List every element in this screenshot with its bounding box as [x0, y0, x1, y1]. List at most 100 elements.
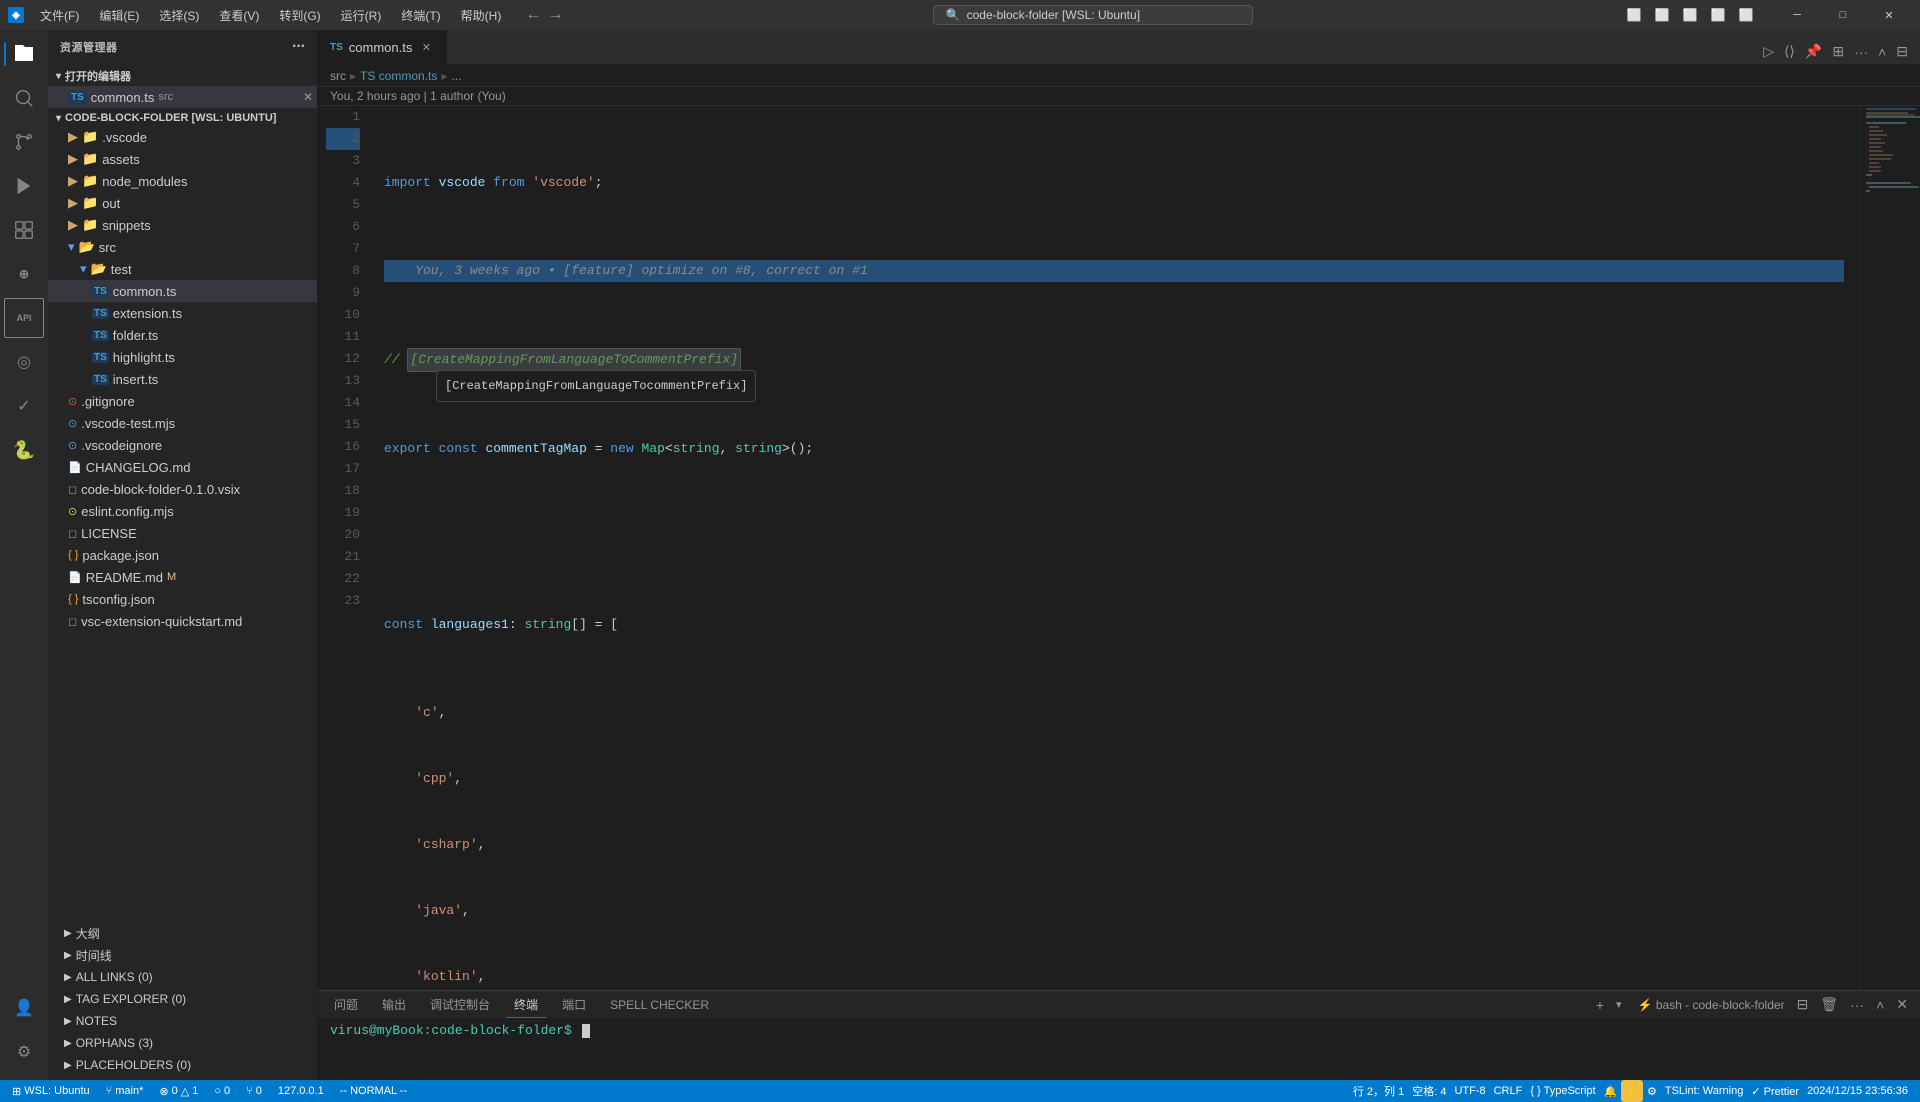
timeline-section[interactable]: ▶ 时间线	[48, 944, 317, 966]
layout-btn-4[interactable]: ⬜	[1706, 3, 1730, 27]
activity-git-graph[interactable]: ◎	[4, 342, 44, 382]
status-indent[interactable]: 空格: 4	[1408, 1080, 1450, 1102]
folder-src[interactable]: ▾ 📂 src	[48, 236, 317, 258]
panel-tab-debug[interactable]: 调试控制台	[422, 992, 498, 1017]
status-vim-mode[interactable]: -- NORMAL --	[336, 1080, 411, 1102]
file-quickstart[interactable]: ◻ vsc-extension-quickstart.md	[48, 610, 317, 632]
layout-btn-3[interactable]: ⬜	[1678, 3, 1702, 27]
terminal-type-selector[interactable]: ▾	[1612, 996, 1626, 1013]
status-copilot[interactable]: ⚡	[1621, 1080, 1643, 1102]
nav-forward[interactable]: →	[547, 6, 563, 24]
activity-remote[interactable]: ⊕	[4, 254, 44, 294]
menu-edit[interactable]: 编辑(E)	[91, 5, 147, 26]
layout-btn-2[interactable]: ⬜	[1650, 3, 1674, 27]
menu-select[interactable]: 选择(S)	[151, 5, 207, 26]
folder-snippets[interactable]: ▶ 📁 snippets	[48, 214, 317, 236]
tab-common-ts[interactable]: TS common.ts ✕	[318, 30, 447, 64]
activity-python[interactable]: 🐍	[4, 430, 44, 470]
panel-close-btn[interactable]: ✕	[1892, 994, 1912, 1015]
menu-terminal[interactable]: 终端(T)	[393, 5, 448, 26]
pin-btn[interactable]: 📌	[1801, 39, 1826, 64]
file-folder-ts[interactable]: TS folder.ts	[48, 324, 317, 346]
open-editor-close[interactable]: ✕	[303, 90, 313, 104]
status-language[interactable]: { } TypeScript	[1526, 1080, 1599, 1102]
notes-section[interactable]: ▶ NOTES	[48, 1010, 317, 1032]
open-editor-item-common-ts[interactable]: TS common.ts src ✕	[48, 86, 317, 108]
status-notifications[interactable]: 🔔	[1600, 1080, 1622, 1102]
file-insert-ts[interactable]: TS insert.ts	[48, 368, 317, 390]
file-vsix[interactable]: ◻ code-block-folder-0.1.0.vsix	[48, 478, 317, 500]
new-terminal-btn[interactable]: +	[1592, 995, 1608, 1015]
file-gitignore[interactable]: ⊙ .gitignore	[48, 390, 317, 412]
status-remote[interactable]: 127.0.0.1	[274, 1080, 328, 1102]
file-tree-root[interactable]: ▾ CODE-BLOCK-FOLDER [WSL: UBUNTU]	[48, 108, 317, 126]
panel-tab-spellcheck[interactable]: SPELL CHECKER	[602, 994, 717, 1016]
menu-run[interactable]: 运行(R)	[333, 5, 390, 26]
split-editor-btn[interactable]: ⊞	[1828, 39, 1848, 64]
folder-node-modules[interactable]: ▶ 📁 node_modules	[48, 170, 317, 192]
open-editors-section[interactable]: ▾ 打开的编辑器	[48, 64, 317, 86]
more-actions-btn[interactable]: ···	[1850, 40, 1872, 64]
panel-tab-terminal[interactable]: 终端	[506, 992, 546, 1018]
search-bar[interactable]: 🔍 code-block-folder [WSL: Ubuntu]	[933, 5, 1253, 25]
breadcrumb-more[interactable]: ...	[451, 69, 461, 83]
status-git-branch[interactable]: ⑂ main*	[102, 1080, 148, 1102]
menu-help[interactable]: 帮助(H)	[453, 5, 510, 26]
file-changelog[interactable]: 📄 CHANGELOG.md	[48, 456, 317, 478]
code-editor[interactable]: 1 2 3 4 5 6 7 8 9 10 11 12 13 14 15 16 1…	[318, 106, 1920, 990]
breadcrumb-file[interactable]: TS common.ts	[360, 69, 437, 83]
status-info[interactable]: ○ 0	[210, 1080, 234, 1102]
panel-tab-problems[interactable]: 问题	[326, 992, 366, 1017]
file-vscodeignore[interactable]: ⊙ .vscodeignore	[48, 434, 317, 456]
split-terminal-btn[interactable]: ⊟	[1793, 994, 1813, 1015]
file-tsconfig[interactable]: { } tsconfig.json	[48, 588, 317, 610]
orphans-section[interactable]: ▶ ORPHANS (3)	[48, 1032, 317, 1054]
tag-explorer-section[interactable]: ▶ TAG EXPLORER (0)	[48, 988, 317, 1010]
activity-account[interactable]: 👤	[4, 988, 44, 1028]
status-encoding[interactable]: UTF-8	[1450, 1080, 1489, 1102]
file-readme[interactable]: 📄 README.md M	[48, 566, 317, 588]
open-changes-btn[interactable]: ⟨⟩	[1780, 39, 1799, 64]
menu-view[interactable]: 查看(V)	[211, 5, 267, 26]
status-tslint[interactable]: TSLint: Warning	[1661, 1080, 1747, 1102]
terminal-more-btn[interactable]: ···	[1846, 995, 1868, 1015]
activity-api[interactable]: API	[4, 298, 44, 338]
layout-btn-1[interactable]: ⬜	[1622, 3, 1646, 27]
status-errors[interactable]: ⊗ 0 △ 1	[155, 1080, 202, 1102]
toggle-sidebar-btn[interactable]: ⊟	[1892, 39, 1912, 64]
nav-back[interactable]: ←	[525, 6, 541, 24]
file-common-ts[interactable]: TS common.ts	[48, 280, 317, 302]
code-content[interactable]: import vscode from 'vscode'; You, 3 week…	[368, 106, 1860, 990]
toggle-panel-btn[interactable]: ˄	[1874, 40, 1890, 64]
activity-run-debug[interactable]	[4, 166, 44, 206]
status-settings[interactable]: ⚙	[1643, 1080, 1661, 1102]
activity-explorer[interactable]	[4, 34, 44, 74]
panel-content[interactable]: virus@myBook:code-block-folder$	[318, 1019, 1920, 1080]
folder-test[interactable]: ▾ 📂 test	[48, 258, 317, 280]
file-package-json[interactable]: { } package.json	[48, 544, 317, 566]
status-changes[interactable]: ⑂ 0	[242, 1080, 266, 1102]
activity-settings[interactable]: ⚙	[4, 1032, 44, 1072]
file-highlight-ts[interactable]: TS highlight.ts	[48, 346, 317, 368]
placeholders-section[interactable]: ▶ PLACEHOLDERS (0)	[48, 1054, 317, 1076]
activity-search[interactable]	[4, 78, 44, 118]
tab-close-btn[interactable]: ✕	[418, 39, 434, 55]
breadcrumb-src[interactable]: src	[330, 69, 346, 83]
maximize-button[interactable]: □	[1820, 0, 1866, 30]
kill-terminal-btn[interactable]: 🗑	[1816, 994, 1842, 1015]
sidebar-more-btn[interactable]: ···	[292, 38, 305, 56]
file-vscode-test[interactable]: ⊙ .vscode-test.mjs	[48, 412, 317, 434]
run-file-btn[interactable]: ▷	[1759, 39, 1778, 64]
close-button[interactable]: ✕	[1866, 0, 1912, 30]
panel-tab-ports[interactable]: 端口	[554, 992, 594, 1017]
file-license[interactable]: ◻ LICENSE	[48, 522, 317, 544]
minimize-button[interactable]: ─	[1774, 0, 1820, 30]
all-links-section[interactable]: ▶ ALL LINKS (0)	[48, 966, 317, 988]
folder-vscode[interactable]: ▶ 📁 .vscode	[48, 126, 317, 148]
status-wsl[interactable]: ⊞ WSL: Ubuntu	[8, 1080, 94, 1102]
activity-source-control[interactable]	[4, 122, 44, 162]
file-eslint[interactable]: ⊙ eslint.config.mjs	[48, 500, 317, 522]
status-cursor-position[interactable]: 行 2，列 1	[1349, 1080, 1408, 1102]
file-extension-ts[interactable]: TS extension.ts	[48, 302, 317, 324]
outline-section[interactable]: ▶ 大纲	[48, 922, 317, 944]
